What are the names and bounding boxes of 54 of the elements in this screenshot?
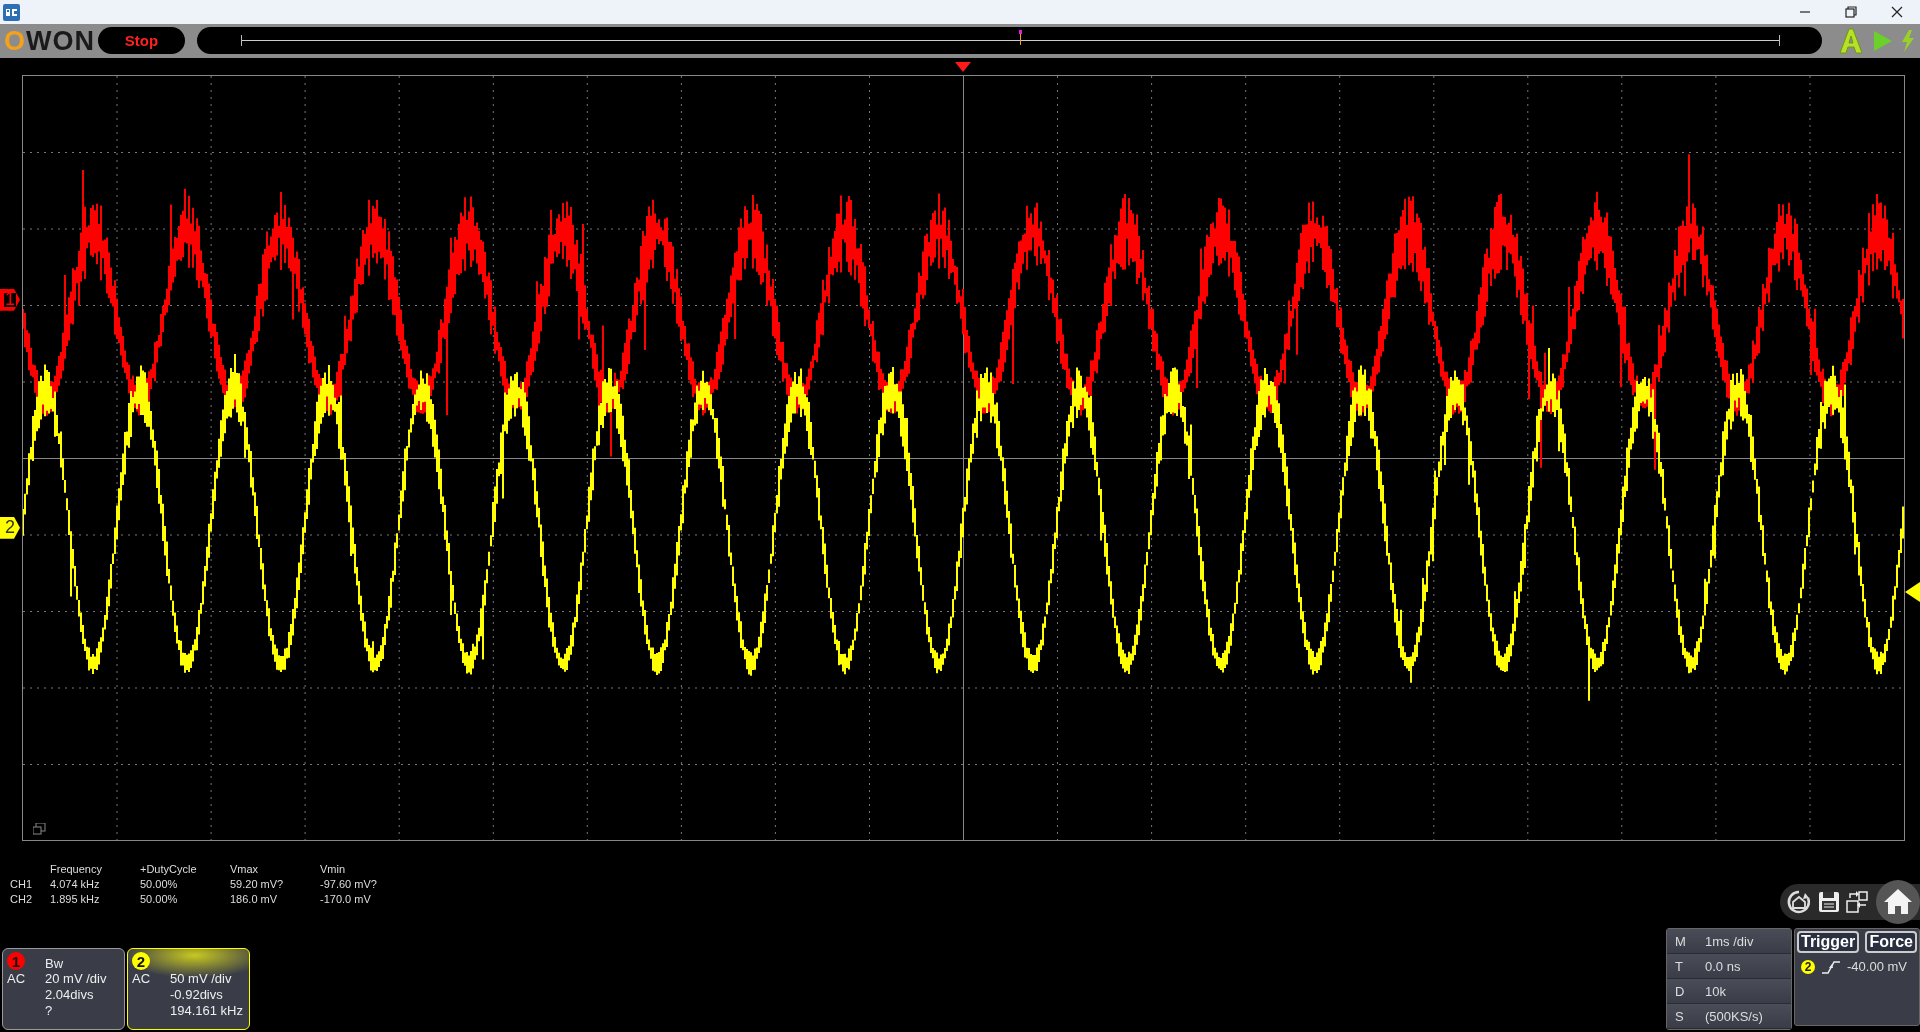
measurement-value: 50.00% (140, 891, 179, 907)
parameter-key: T (1675, 958, 1705, 974)
rising-edge-icon (1821, 959, 1841, 974)
channel-panel[interactable]: 1 Bw AC 20 mV /div 2.04divs ? (2, 948, 125, 1030)
frequency-value: 194.161 kHz (170, 1003, 244, 1019)
parameter-value: 10k (1705, 983, 1726, 999)
channel-badge: 2 (132, 952, 150, 970)
scale-value: 50 mV /div (170, 971, 233, 987)
trigger-level: -40.00 mV (1847, 959, 1907, 974)
column-header: +DutyCycle (140, 861, 198, 877)
save-icon[interactable] (1818, 891, 1840, 913)
brand-logo: OWON (4, 25, 92, 56)
coupling-label: AC (7, 971, 27, 987)
measurement-value: -170.0 mV (320, 891, 372, 907)
parameter-key: M (1675, 933, 1705, 949)
parameter-value: (500KS/s) (1705, 1008, 1763, 1024)
home-refresh-icon[interactable] (1786, 889, 1812, 915)
close-icon[interactable] (1891, 6, 1903, 18)
measurement-value: 59.20 mV? (230, 876, 285, 892)
measurement-value: 50.00% (140, 876, 179, 892)
column-header: Frequency (50, 861, 103, 877)
measurement-value: -97.60 mV? (320, 876, 378, 892)
column-header: Vmin (320, 861, 347, 877)
timeline-bar[interactable] (197, 27, 1822, 55)
parameter-key: D (1675, 983, 1705, 999)
restore-icon[interactable] (1845, 6, 1857, 18)
offset-value: -0.92divs (170, 987, 224, 1003)
scale-value: 20 mV /div (45, 971, 108, 987)
trigger-button[interactable]: Trigger (1797, 931, 1860, 953)
app-icon (3, 3, 20, 21)
measurement-value: 186.0 mV (230, 891, 279, 907)
window-icon[interactable] (33, 822, 46, 835)
parameter-value: 1ms /div (1705, 933, 1754, 949)
offset-value: 2.04divs (45, 987, 95, 1003)
channel-panel[interactable]: 2 AC 50 mV /div -0.92divs 194.161 kHz (127, 948, 250, 1030)
bandwidth-label: Bw (45, 956, 65, 971)
channel-label: CH2 (10, 891, 33, 907)
trigger-source-badge: 2 (1801, 959, 1815, 974)
parameter-value: 0.0 ns (1705, 958, 1741, 974)
coupling-label: AC (132, 971, 152, 987)
channel-marker[interactable]: 2 (0, 516, 20, 539)
measurement-value: 1.895 kHz (50, 891, 101, 907)
trigger-button[interactable]: Force (1865, 931, 1917, 953)
swap-windows-icon[interactable] (1846, 890, 1870, 914)
trigger-position-marker[interactable] (955, 61, 971, 72)
measurement-value: 4.074 kHz (50, 876, 101, 892)
channel-label: CH1 (10, 876, 33, 892)
home-button[interactable] (1876, 880, 1920, 924)
channel-badge: 1 (7, 952, 25, 970)
frequency-value: ? (45, 1003, 54, 1019)
stop-button[interactable]: Stop (98, 27, 185, 55)
trigger-position-marker (1018, 30, 1024, 46)
parameter-key: S (1675, 1008, 1705, 1024)
column-header: Vmax (230, 861, 260, 877)
